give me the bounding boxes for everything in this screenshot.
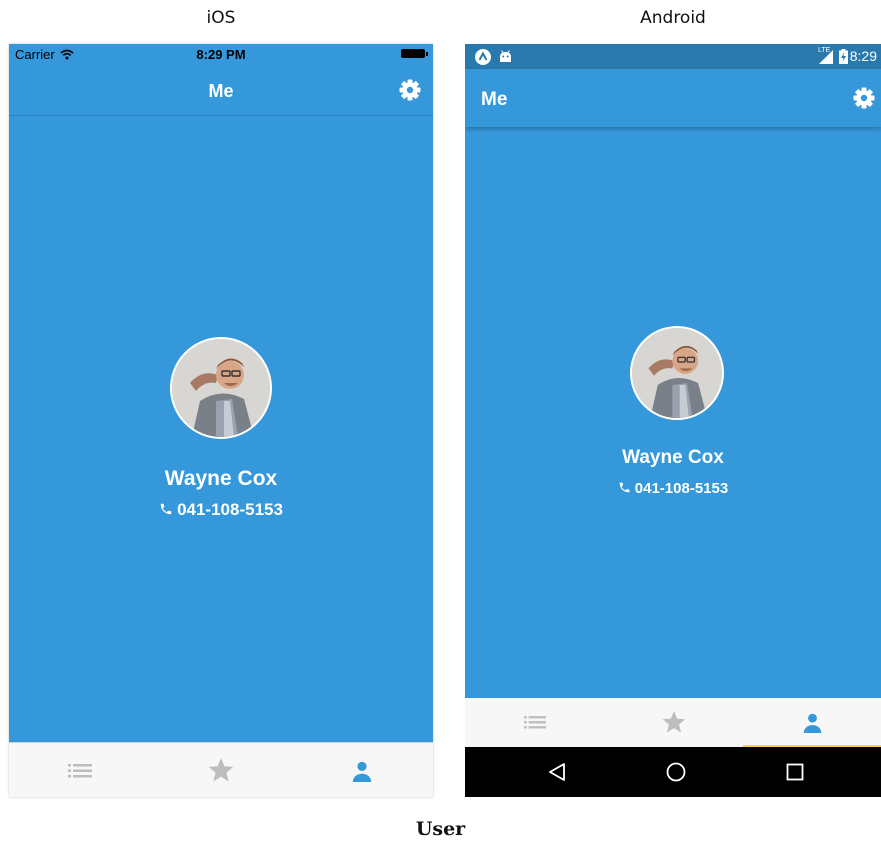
- user-phone[interactable]: 041-108-5153: [465, 480, 881, 497]
- tab-favorites[interactable]: [604, 698, 743, 747]
- status-time: 8:29: [849, 48, 877, 64]
- phone-icon: [160, 503, 172, 515]
- tab-me[interactable]: [291, 743, 433, 797]
- battery-icon: [401, 49, 428, 58]
- android-status-bar: LTE 8:29: [465, 44, 881, 69]
- tab-favorites[interactable]: [150, 743, 291, 797]
- user-name: Wayne Cox: [622, 447, 724, 468]
- avatar: [630, 326, 724, 420]
- tab-list[interactable]: [9, 743, 150, 797]
- app-bar: Me: [465, 69, 881, 127]
- home-icon: [666, 762, 686, 782]
- person-icon: [803, 713, 821, 733]
- page-title: Me: [208, 81, 234, 101]
- ios-status-bar: Carrier 8:29 PM: [9, 44, 433, 64]
- recents-button[interactable]: [755, 747, 835, 797]
- avatar: [170, 337, 272, 439]
- back-button[interactable]: [517, 747, 597, 797]
- phone-number: 041-108-5153: [634, 480, 729, 497]
- user-name: Wayne Cox: [164, 467, 278, 490]
- nav-bar: Me: [9, 64, 433, 116]
- tab-list[interactable]: [465, 698, 604, 747]
- person-icon: [352, 761, 372, 782]
- android-label: Android: [640, 8, 706, 28]
- tab-bar: [9, 742, 433, 797]
- android-screen: LTE 8:29 Me Wayne Cox 041-108-5153: [465, 44, 881, 797]
- figure-caption: User: [415, 818, 466, 840]
- status-time: 8:29 PM: [196, 47, 246, 62]
- page-title: Me: [481, 89, 508, 110]
- settings-gear-icon[interactable]: [853, 87, 875, 109]
- back-icon: [549, 763, 565, 781]
- phone-number: 041-108-5153: [177, 500, 283, 519]
- app-notification-icon: [475, 49, 491, 65]
- settings-gear-icon[interactable]: [399, 79, 421, 101]
- list-icon: [67, 763, 92, 777]
- battery-charging-icon: [839, 49, 848, 64]
- signal-icon: [819, 50, 833, 64]
- list-icon: [523, 716, 546, 729]
- android-robot-icon: [500, 50, 511, 62]
- star-icon: [662, 711, 685, 733]
- phone-icon: [619, 482, 630, 493]
- star-icon: [208, 758, 233, 782]
- recents-icon: [786, 763, 804, 781]
- ios-label: iOS: [206, 8, 236, 28]
- system-navigation-bar: [465, 747, 881, 797]
- user-phone[interactable]: 041-108-5153: [9, 500, 433, 520]
- ios-screen: Carrier 8:29 PM Me Wayne Cox 041-108-515…: [9, 44, 433, 797]
- home-button[interactable]: [636, 747, 716, 797]
- tab-bar: [465, 698, 881, 747]
- tab-me[interactable]: [743, 698, 881, 747]
